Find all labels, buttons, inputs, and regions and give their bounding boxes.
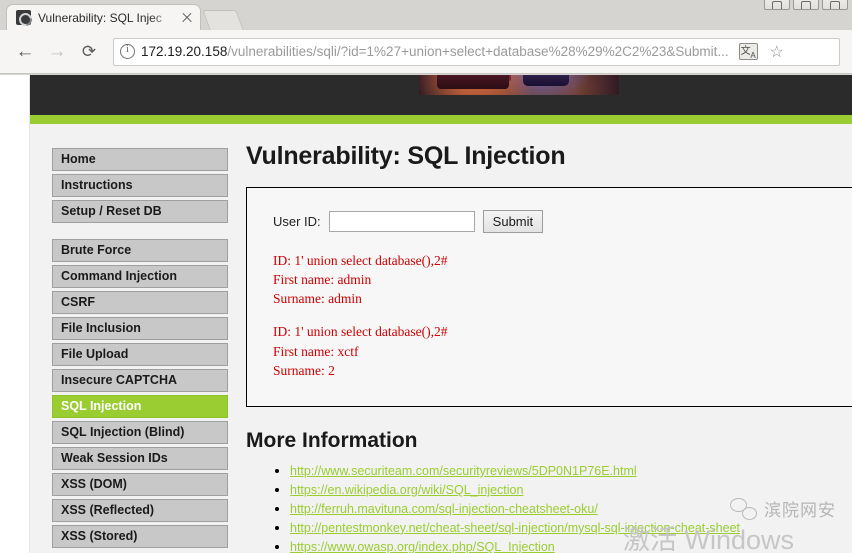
more-information-title: More Information <box>246 428 418 452</box>
favicon-icon <box>16 10 31 25</box>
info-link[interactable]: http://pentestmonkey.net/cheat-sheet/sql… <box>290 521 740 535</box>
sidebar-item-xss-stored[interactable]: XSS (Stored) <box>52 525 228 548</box>
info-link[interactable]: http://www.securiteam.com/securityreview… <box>290 464 637 478</box>
tab-strip: Vulnerability: SQL Injec <box>6 4 244 30</box>
close-window-button[interactable] <box>822 0 848 10</box>
vulnerability-panel: User ID: Submit ID: 1' union select data… <box>246 187 852 407</box>
list-item: http://ferruh.mavituna.com/sql-injection… <box>290 500 852 518</box>
user-id-form: User ID: Submit <box>273 210 852 233</box>
site-info-icon[interactable] <box>120 43 135 59</box>
user-id-input[interactable] <box>328 211 475 232</box>
sidebar-item-weak-session-ids[interactable]: Weak Session IDs <box>52 447 228 470</box>
result-id: ID: 1' union select database(),2# <box>273 253 448 268</box>
header-image <box>419 75 619 95</box>
sidebar-item-insecure-captcha[interactable]: Insecure CAPTCHA <box>52 369 228 392</box>
user-id-label: User ID: <box>273 214 321 229</box>
page-title: Vulnerability: SQL Injection <box>246 142 566 170</box>
page-viewport: Home Instructions Setup / Reset DB Brute… <box>0 75 852 553</box>
query-result-row: ID: 1' union select database(),2# First … <box>273 322 852 379</box>
translate-icon[interactable] <box>738 42 758 60</box>
url-host: 172.19.20.158 <box>141 44 228 59</box>
more-information-links: http://www.securiteam.com/securityreview… <box>246 462 852 553</box>
sidebar-item-xss-dom[interactable]: XSS (DOM) <box>52 473 228 496</box>
site-header-banner <box>30 75 852 115</box>
header-green-divider <box>30 115 852 124</box>
new-tab-button[interactable] <box>202 10 244 30</box>
list-item: http://pentestmonkey.net/cheat-sheet/sql… <box>290 519 852 537</box>
result-surname: Surname: admin <box>273 291 362 307</box>
submit-button[interactable]: Submit <box>482 210 544 233</box>
query-result-row: ID: 1' union select database(),2# First … <box>273 251 852 308</box>
sidebar-nav: Home Instructions Setup / Reset DB Brute… <box>30 124 230 553</box>
sidebar-item-instructions[interactable]: Instructions <box>52 174 228 197</box>
sidebar-item-xss-reflected[interactable]: XSS (Reflected) <box>52 499 228 522</box>
info-link[interactable]: https://www.owasp.org/index.php/SQL_Inje… <box>290 540 555 553</box>
info-link[interactable]: http://ferruh.mavituna.com/sql-injection… <box>290 502 598 516</box>
more-information-section: More Information http://www.securiteam.c… <box>246 429 852 553</box>
result-first-name: First name: admin <box>273 272 372 288</box>
sidebar-item-file-upload[interactable]: File Upload <box>52 343 228 366</box>
minimize-button[interactable] <box>764 0 790 10</box>
sidebar-item-sql-injection-blind[interactable]: SQL Injection (Blind) <box>52 421 228 444</box>
sidebar-item-file-inclusion[interactable]: File Inclusion <box>52 317 228 340</box>
dvwa-page: Home Instructions Setup / Reset DB Brute… <box>30 75 852 553</box>
forward-icon[interactable]: → <box>42 37 72 67</box>
address-bar[interactable]: 172.19.20.158/vulnerabilities/sqli/?id=1… <box>113 37 840 66</box>
url-path: /vulnerabilities/sqli/?id=1%27+union+sel… <box>227 44 729 59</box>
browser-tab[interactable]: Vulnerability: SQL Injec <box>6 4 201 30</box>
page-left-gutter <box>0 75 30 553</box>
sidebar-item-setup-reset-db[interactable]: Setup / Reset DB <box>52 200 228 223</box>
sidebar-item-brute-force[interactable]: Brute Force <box>52 239 228 262</box>
info-link[interactable]: https://en.wikipedia.org/wiki/SQL_inject… <box>290 483 523 497</box>
sidebar-item-home[interactable]: Home <box>52 148 228 171</box>
bookmark-star-icon[interactable]: ☆ <box>764 42 790 62</box>
window-controls <box>764 0 848 10</box>
list-item: http://www.securiteam.com/securityreview… <box>290 462 852 480</box>
main-content: Vulnerability: SQL Injection User ID: Su… <box>230 124 852 553</box>
list-item: https://en.wikipedia.org/wiki/SQL_inject… <box>290 481 852 499</box>
sidebar-group-vulnerabilities: Brute Force Command Injection CSRF File … <box>52 239 230 548</box>
browser-window: Vulnerability: SQL Injec ← → ⟳ 172.19.20… <box>0 0 852 553</box>
back-icon[interactable]: ← <box>10 37 40 67</box>
sidebar-item-sql-injection[interactable]: SQL Injection <box>52 395 228 418</box>
maximize-button[interactable] <box>793 0 819 10</box>
sidebar-item-csrf[interactable]: CSRF <box>52 291 228 314</box>
reload-icon[interactable]: ⟳ <box>74 37 104 67</box>
browser-toolbar: ← → ⟳ 172.19.20.158/vulnerabilities/sqli… <box>0 30 852 74</box>
sidebar-item-command-injection[interactable]: Command Injection <box>52 265 228 288</box>
list-item: https://www.owasp.org/index.php/SQL_Inje… <box>290 538 852 553</box>
browser-titlebar: Vulnerability: SQL Injec <box>0 0 852 30</box>
content-wrapper: Home Instructions Setup / Reset DB Brute… <box>30 124 852 553</box>
result-first-name: First name: xctf <box>273 343 359 359</box>
result-surname: Surname: 2 <box>273 362 335 378</box>
sidebar-group-general: Home Instructions Setup / Reset DB <box>52 148 230 223</box>
tab-title: Vulnerability: SQL Injec <box>38 10 162 25</box>
url-text: 172.19.20.158/vulnerabilities/sqli/?id=1… <box>141 44 729 59</box>
close-tab-icon[interactable] <box>180 11 194 25</box>
result-id: ID: 1' union select database(),2# <box>273 324 448 340</box>
